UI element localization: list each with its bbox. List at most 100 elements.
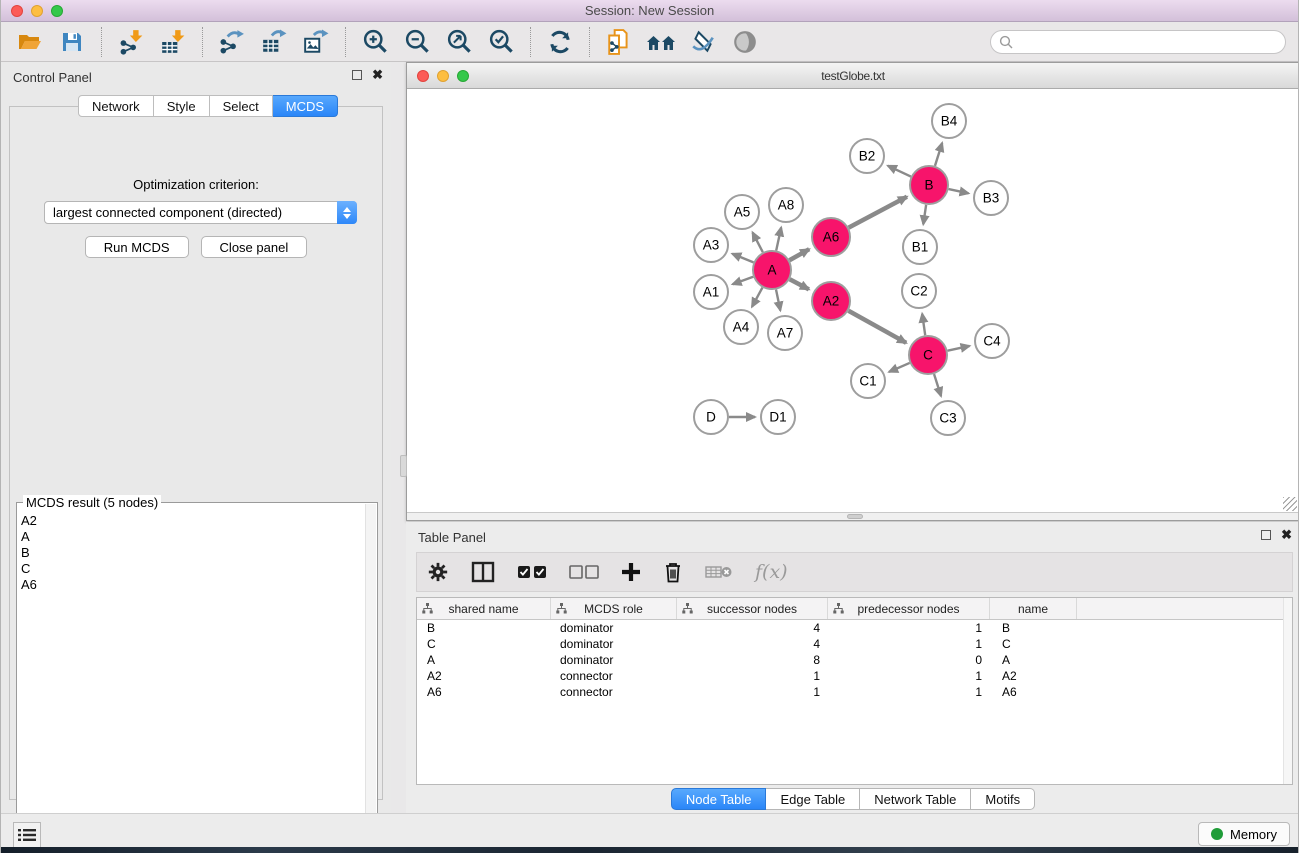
save-session-icon[interactable] <box>57 27 87 57</box>
edge-B-B1[interactable] <box>923 205 926 224</box>
edge-B-B4[interactable] <box>935 143 942 166</box>
edge-A6-B[interactable] <box>849 197 907 228</box>
edge-A-A1[interactable] <box>733 277 754 284</box>
edge-B-B2[interactable] <box>888 166 911 177</box>
zoom-selected-icon[interactable] <box>486 27 516 57</box>
function-builder-icon[interactable]: f(x) <box>755 558 788 586</box>
graph-node-b[interactable]: B <box>910 166 948 204</box>
close-panel-icon[interactable]: ✖ <box>372 70 383 80</box>
close-window-button[interactable] <box>11 5 23 17</box>
table-row[interactable]: Bdominator41B <box>417 620 1292 636</box>
table-vscrollbar[interactable] <box>1283 598 1292 784</box>
graph-node-a5[interactable]: A5 <box>725 195 759 229</box>
export-image-icon[interactable] <box>301 27 331 57</box>
table-row[interactable]: A6connector11A6 <box>417 684 1292 700</box>
export-network-icon[interactable] <box>217 27 247 57</box>
mcds-result-list[interactable]: A2ABCA6 <box>21 513 363 831</box>
table-tab-node-table[interactable]: Node Table <box>671 788 767 810</box>
table-tab-network-table[interactable]: Network Table <box>860 788 971 810</box>
network-hscroll-thumb[interactable] <box>847 514 863 519</box>
graph-node-b3[interactable]: B3 <box>974 181 1008 215</box>
graph-node-b2[interactable]: B2 <box>850 139 884 173</box>
network-window-titlebar[interactable]: testGlobe.txt <box>407 63 1299 89</box>
zoom-out-icon[interactable] <box>402 27 432 57</box>
select-all-columns-icon[interactable] <box>517 558 547 586</box>
tab-style[interactable]: Style <box>154 95 210 117</box>
network-close-button[interactable] <box>417 70 429 82</box>
search-input[interactable] <box>1013 35 1277 49</box>
edge-A-A3[interactable] <box>732 254 753 263</box>
edge-C-C2[interactable] <box>922 314 925 335</box>
graph-node-b1[interactable]: B1 <box>903 230 937 264</box>
unselect-all-columns-icon[interactable] <box>569 558 599 586</box>
split-columns-icon[interactable] <box>471 558 495 586</box>
graph-node-a8[interactable]: A8 <box>769 188 803 222</box>
graph-node-c[interactable]: C <box>909 336 947 374</box>
float-panel-icon[interactable] <box>352 70 362 80</box>
close-table-panel-icon[interactable]: ✖ <box>1281 530 1292 540</box>
edge-B-B3[interactable] <box>949 189 969 193</box>
dropdown-stepper-icon[interactable] <box>337 201 357 224</box>
minimize-window-button[interactable] <box>31 5 43 17</box>
tab-mcds[interactable]: MCDS <box>273 95 338 117</box>
table-row[interactable]: Adominator80A <box>417 652 1292 668</box>
hide-annotations-icon[interactable] <box>688 27 718 57</box>
graph-node-c1[interactable]: C1 <box>851 364 885 398</box>
graph-node-c3[interactable]: C3 <box>931 401 965 435</box>
edge-C-C4[interactable] <box>948 346 970 351</box>
delete-table-icon[interactable] <box>705 558 733 586</box>
memory-button[interactable]: Memory <box>1198 822 1290 846</box>
open-file-icon[interactable] <box>15 27 45 57</box>
import-network-icon[interactable] <box>116 27 146 57</box>
graph-node-a2[interactable]: A2 <box>812 282 850 320</box>
edge-A2-C[interactable] <box>848 311 906 343</box>
column-header-successor-nodes[interactable]: successor nodes <box>677 598 828 619</box>
window-resize-grip[interactable] <box>1283 497 1297 511</box>
edge-A-A4[interactable] <box>752 288 762 307</box>
edge-A-A8[interactable] <box>776 227 781 250</box>
search-box[interactable] <box>990 30 1286 54</box>
graph-node-b4[interactable]: B4 <box>932 104 966 138</box>
table-row[interactable]: A2connector11A2 <box>417 668 1292 684</box>
network-zoom-button[interactable] <box>457 70 469 82</box>
network-hscrollbar[interactable] <box>407 512 1299 520</box>
edge-A-A2[interactable] <box>790 279 809 289</box>
import-table-icon[interactable] <box>158 27 188 57</box>
edge-A-A7[interactable] <box>776 290 780 311</box>
table-tab-edge-table[interactable]: Edge Table <box>766 788 860 810</box>
first-neighbors-icon[interactable] <box>646 27 676 57</box>
graph-node-a3[interactable]: A3 <box>694 228 728 262</box>
zoom-in-icon[interactable] <box>360 27 390 57</box>
edge-A-A5[interactable] <box>753 232 763 252</box>
run-mcds-button[interactable]: Run MCDS <box>85 236 189 258</box>
graph-node-a[interactable]: A <box>753 251 791 289</box>
table-tab-motifs[interactable]: Motifs <box>971 788 1035 810</box>
optimization-criterion-dropdown[interactable]: largest connected component (directed) <box>44 201 357 224</box>
table-settings-icon[interactable] <box>427 558 449 586</box>
graph-node-a1[interactable]: A1 <box>694 275 728 309</box>
edge-A-A6[interactable] <box>789 249 809 260</box>
graph-node-a4[interactable]: A4 <box>724 310 758 344</box>
edge-C-C1[interactable] <box>889 363 910 372</box>
float-table-panel-icon[interactable] <box>1261 530 1271 540</box>
graph-node-c4[interactable]: C4 <box>975 324 1009 358</box>
tab-network[interactable]: Network <box>78 95 154 117</box>
export-table-icon[interactable] <box>259 27 289 57</box>
canvas-vscroll-thumb[interactable] <box>400 455 407 477</box>
table-row[interactable]: Cdominator41C <box>417 636 1292 652</box>
tab-select[interactable]: Select <box>210 95 273 117</box>
graph-node-a7[interactable]: A7 <box>768 316 802 350</box>
graph-node-a6[interactable]: A6 <box>812 218 850 256</box>
network-minimize-button[interactable] <box>437 70 449 82</box>
graph-node-c2[interactable]: C2 <box>902 274 936 308</box>
apply-layout-icon[interactable] <box>545 27 575 57</box>
column-header-shared-name[interactable]: shared name <box>417 598 551 619</box>
close-panel-button[interactable]: Close panel <box>201 236 308 258</box>
clone-network-icon[interactable] <box>604 27 634 57</box>
column-header-predecessor-nodes[interactable]: predecessor nodes <box>828 598 990 619</box>
column-header-mcds-role[interactable]: MCDS role <box>551 598 677 619</box>
graph-node-d1[interactable]: D1 <box>761 400 795 434</box>
result-scrollbar[interactable] <box>365 504 376 834</box>
column-header-name[interactable]: name <box>990 598 1077 619</box>
zoom-window-button[interactable] <box>51 5 63 17</box>
